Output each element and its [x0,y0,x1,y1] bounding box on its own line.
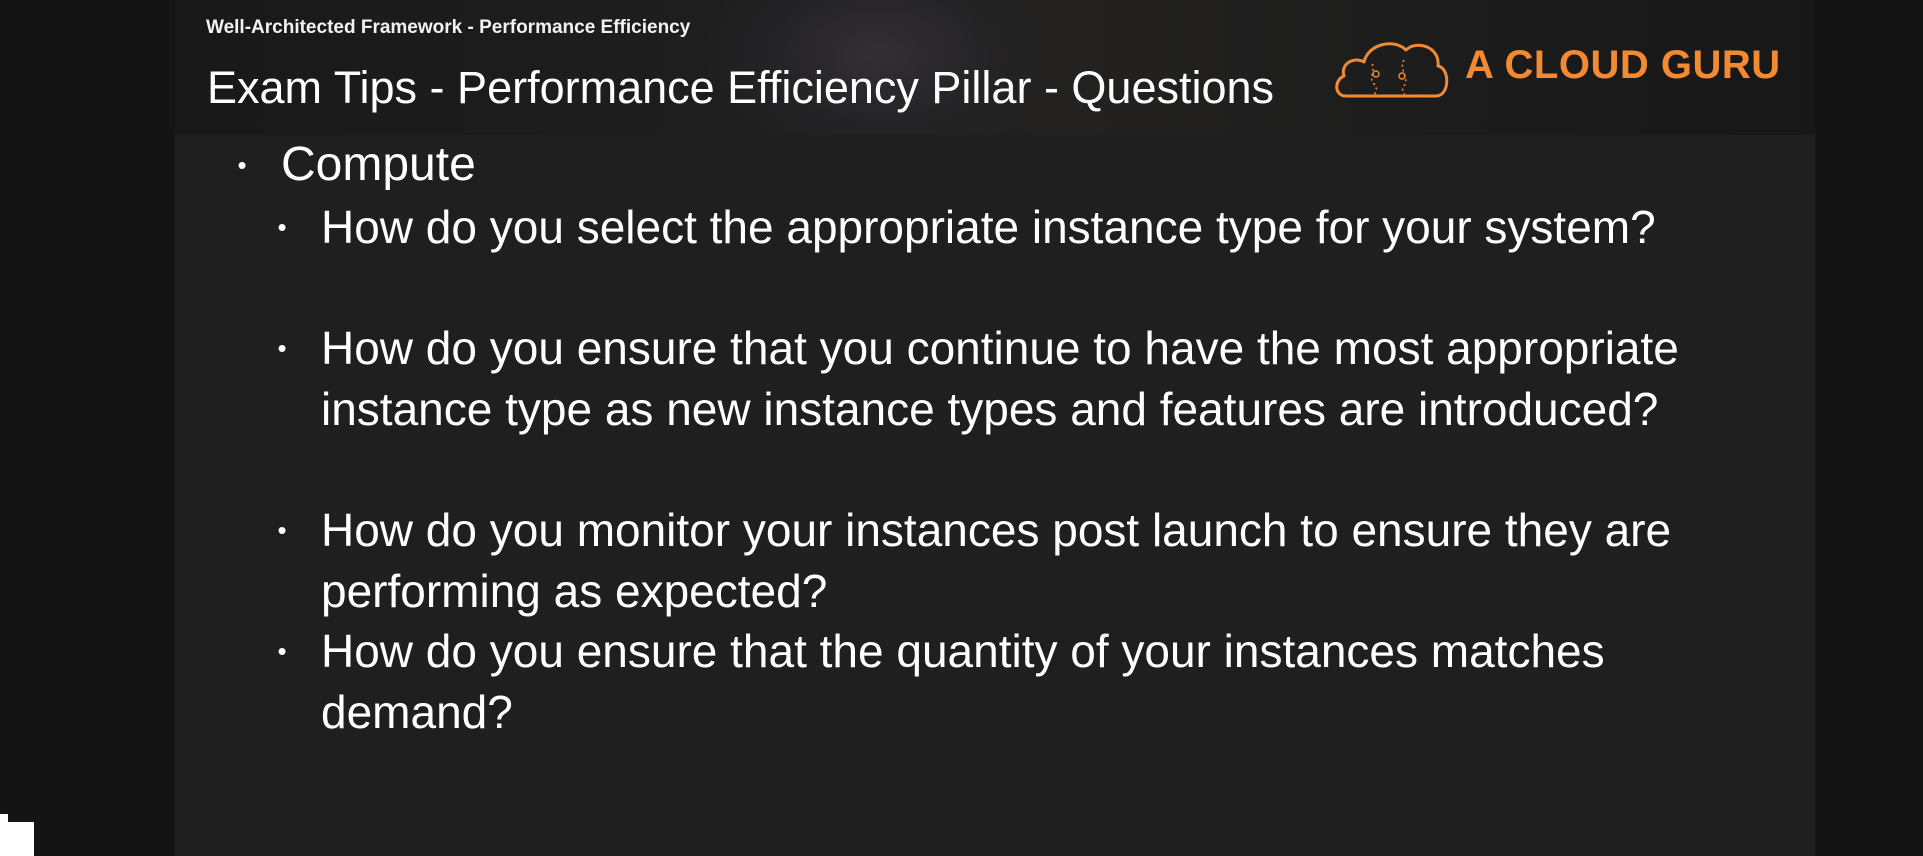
bullet-icon: • [277,333,287,363]
question-text: How do you ensure that the quantity of y… [321,625,1605,738]
cloud-icon [1335,42,1449,98]
slide-header: Well-Architected Framework - Performance… [175,0,1815,135]
section-heading: Compute [281,138,476,191]
bullet-compute: • Compute [227,135,476,195]
slide: Well-Architected Framework - Performance… [175,0,1815,856]
bullet-icon: • [237,150,247,180]
question-item: • How do you ensure that the quantity of… [267,621,1751,743]
video-frame: Well-Architected Framework - Performance… [0,0,1923,856]
question-text: How do you ensure that you continue to h… [321,322,1679,435]
question-item: • How do you ensure that you continue to… [267,318,1751,440]
course-title: Well-Architected Framework - Performance… [206,17,691,38]
brand-name: A CLOUD GURU [1465,43,1781,87]
corner-marker [0,822,34,856]
bullet-icon: • [277,212,287,242]
question-item: • How do you select the appropriate inst… [267,197,1751,258]
question-text: How do you monitor your instances post l… [321,504,1672,617]
bullet-icon: • [277,515,287,545]
question-text: How do you select the appropriate instan… [321,201,1656,253]
question-item: • How do you monitor your instances post… [267,500,1751,622]
bullet-icon: • [277,636,287,666]
page-title: Exam Tips - Performance Efficiency Pilla… [207,62,1275,113]
brand-logo: A CLOUD GURU [1332,30,1780,104]
